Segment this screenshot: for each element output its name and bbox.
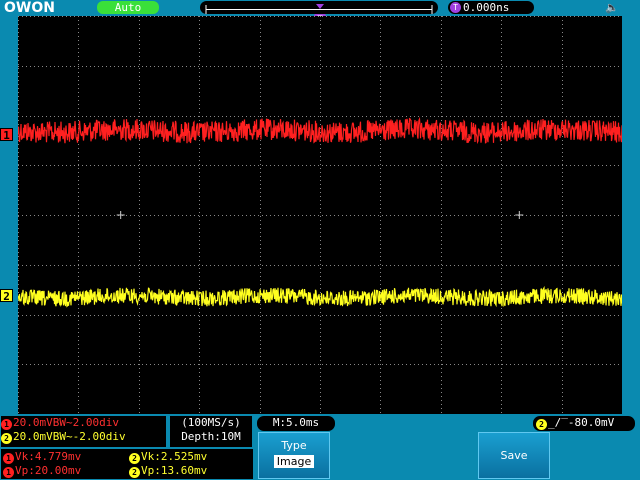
ch1-vp-measure: 1 Vp:20.00mv xyxy=(3,464,81,478)
acquisition-info-box: (100MS/s) Depth:10M xyxy=(169,415,253,448)
memory-depth: Depth:10M xyxy=(181,430,241,443)
ch1-vp-text: Vp:20.00mv xyxy=(15,464,82,477)
acquisition-mode-indicator: Auto xyxy=(97,1,159,14)
ch1-settings-text: 20.0mVBW~2.00div xyxy=(13,416,119,429)
ch2-vk-text: Vk:2.525mv xyxy=(141,450,208,463)
ch2-vp-text: Vp:13.60mv xyxy=(141,464,208,477)
type-softkey-label: Type xyxy=(281,439,307,452)
bottom-info-panel: 1 20.0mVBW~2.00div 2 20.0mVBW~-2.00div (10… xyxy=(0,414,640,480)
waveform-display xyxy=(17,16,623,415)
sample-rate: (100MS/s) xyxy=(181,416,241,429)
trigger-level-readout: 2 _/‾-80.0mV xyxy=(532,415,636,432)
ch2-measure-icon: 2 xyxy=(129,453,140,464)
timebase-readout: M:5.0ms xyxy=(256,415,336,432)
ch2-vk-measure: 2 Vk:2.525mv xyxy=(129,450,207,464)
ch2-measure-icon-2: 2 xyxy=(129,467,140,478)
channel-2-offset-marker[interactable]: 2 xyxy=(0,289,13,303)
ch1-measure-icon-2: 1 xyxy=(3,467,14,478)
type-softkey-button[interactable]: Type Image xyxy=(258,432,330,479)
speaker-icon: 🔈 xyxy=(605,1,619,14)
channel-1-offset-marker[interactable]: 1 xyxy=(0,128,13,142)
graticule-cross xyxy=(116,211,125,219)
trigger-position-value: 0.000ns xyxy=(463,1,510,14)
measurement-box: 1 Vk:4.779mv 1 Vp:20.00mv 2 Vk:2.525mv 2 Vp:… xyxy=(0,448,254,480)
channel-settings-box: 1 20.0mVBW~2.00div 2 20.0mVBW~-2.00div xyxy=(0,415,167,448)
trigger-position-marker-icon xyxy=(316,4,324,9)
brand-logo: OWON xyxy=(4,0,55,16)
trigger-level-value: -80.0mV xyxy=(567,416,615,429)
ch2-settings-line: 2 20.0mVBW~-2.00div xyxy=(1,430,166,444)
ch2-badge-icon: 2 xyxy=(1,433,12,444)
graticule-cross xyxy=(515,211,524,219)
ch1-vk-text: Vk:4.779mv xyxy=(15,450,82,463)
ch1-measure-icon: 1 xyxy=(3,453,14,464)
trigger-icon: T xyxy=(450,2,461,13)
waveform-canvas xyxy=(17,16,623,415)
ch2-vp-measure: 2 Vp:13.60mv xyxy=(129,464,207,478)
type-softkey-value: Image xyxy=(273,455,315,468)
trigger-source-icon: 2 xyxy=(536,419,547,430)
trigger-position-readout: T 0.000ns xyxy=(448,1,534,14)
ch2-settings-text: 20.0mVBW~-2.00div xyxy=(13,430,126,443)
graticule xyxy=(18,16,623,415)
channel-1-trace xyxy=(17,116,623,145)
ch1-settings-line: 1 20.0mVBW~2.00div xyxy=(1,416,166,430)
trigger-edge-icon: _/‾ xyxy=(548,416,568,429)
ch1-vk-measure: 1 Vk:4.779mv xyxy=(3,450,81,464)
ch1-badge-icon: 1 xyxy=(1,419,12,430)
save-softkey-button[interactable]: Save xyxy=(478,432,550,479)
memory-timeline-bar xyxy=(200,1,438,14)
